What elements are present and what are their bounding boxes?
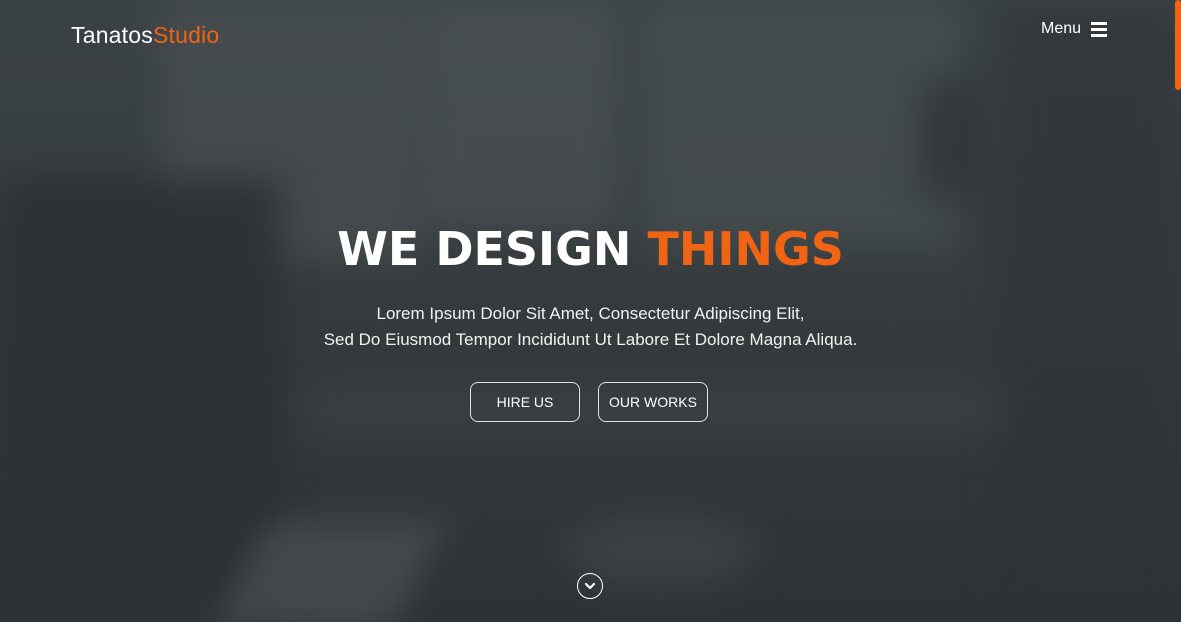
chevron-down-icon: [584, 582, 596, 590]
menu-button[interactable]: Menu: [1041, 20, 1108, 38]
site-logo[interactable]: TanatosStudio: [71, 22, 219, 49]
background-shape: [640, 0, 960, 250]
hero-subtitle: Lorem Ipsum Dolor Sit Amet, Consectetur …: [0, 301, 1181, 353]
subtitle-line: Sed Do Eiusmod Tempor Incididunt Ut Labo…: [323, 330, 858, 349]
headline-text: WE DESIGN: [337, 222, 632, 276]
background-shape: [920, 80, 980, 200]
our-works-button[interactable]: OUR WORKS: [598, 382, 708, 422]
hire-us-button[interactable]: HIRE US: [470, 382, 580, 422]
menu-label: Menu: [1041, 20, 1082, 37]
scroll-down-button[interactable]: [577, 573, 603, 599]
scrollbar-thumb[interactable]: [1175, 0, 1181, 90]
headline-accent-text: THINGS: [647, 222, 844, 276]
subtitle-line: Lorem Ipsum Dolor Sit Amet, Consectetur …: [376, 304, 805, 323]
logo-text-primary: Tanatos: [71, 22, 153, 48]
background-shape: [420, 0, 620, 230]
hero-headline: WE DESIGN THINGS: [0, 222, 1181, 276]
logo-text-accent: Studio: [152, 22, 220, 48]
hamburger-icon: [1091, 21, 1108, 37]
